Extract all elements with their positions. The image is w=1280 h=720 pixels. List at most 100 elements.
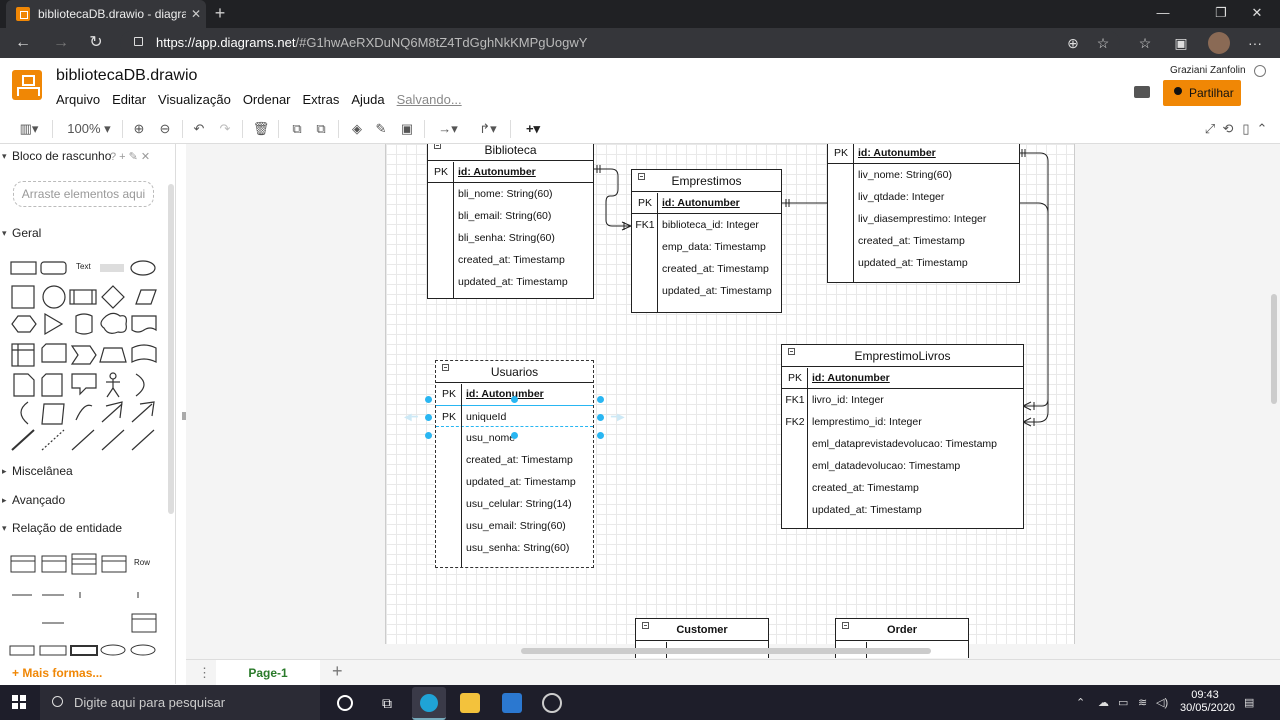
field[interactable]: usu_email: String(60) [466,515,566,537]
field[interactable]: created_at: Timestamp [858,230,965,252]
menu-ordenar[interactable]: Ordenar [243,92,291,107]
field[interactable]: usu_celular: String(14) [466,493,572,515]
resize-handle[interactable] [597,414,604,421]
field[interactable]: liv_diasemprestimo: Integer [858,208,986,230]
resize-handle[interactable] [597,432,604,439]
field[interactable]: bli_email: String(60) [458,205,551,227]
menu-extras[interactable]: Extras [303,92,340,107]
to-back-icon[interactable]: ⧉ [312,120,330,138]
tray-chevron-icon[interactable]: ⌃ [1076,696,1085,709]
resize-handle[interactable] [597,396,604,403]
profile-avatar[interactable] [1208,32,1230,54]
task-view-icon[interactable]: ⧉ [377,693,397,713]
connect-arrow-right-icon[interactable]: ━▶ [611,413,625,423]
er-header[interactable]: Relação de entidade [0,518,122,538]
resize-handle[interactable] [425,396,432,403]
field[interactable]: usu_senha: String(60) [466,537,569,559]
user-name[interactable]: Graziani Zanfolin [1170,65,1246,76]
windows-start-icon[interactable] [12,695,26,709]
field[interactable]: updated_at: Timestamp [466,471,576,493]
format-panel-icon[interactable]: ▥▾ [14,120,44,138]
sidebar-scrollbar[interactable] [168,184,174,514]
collapse-icon[interactable] [638,173,645,180]
connect-arrow-left-icon[interactable]: ◀━ [404,413,418,423]
field[interactable]: usu_nome [466,427,515,449]
misc-header[interactable]: Miscelânea [0,461,73,481]
field[interactable]: biblioteca_id: Integer [662,214,759,236]
zoom-select[interactable]: 100% ▾ [64,120,114,138]
insert-icon[interactable]: +▾ [518,120,548,138]
waypoints-icon[interactable]: ↱▾ [472,120,504,138]
pk-field[interactable]: id: Autonumber [466,383,544,405]
fullscreen-icon[interactable]: ⤢ [1202,120,1218,138]
more-menu-icon[interactable]: ··· [1246,35,1264,51]
volume-icon[interactable]: ◁) [1156,696,1168,709]
resize-handle[interactable] [511,396,518,403]
entity-livros[interactable]: PK id: Autonumber liv_nome: String(60) li… [827,144,1020,283]
obs-icon[interactable] [542,693,562,713]
store-icon[interactable] [502,693,522,713]
file-explorer-icon[interactable] [460,693,480,713]
field[interactable]: updated_at: Timestamp [812,499,922,521]
row-shape-label[interactable]: Row [134,558,150,567]
entity-emprestimos[interactable]: Emprestimos PK id: Autonumber FK1 bibliote… [631,169,782,313]
saving-status[interactable]: Salvando... [397,92,462,107]
advanced-header[interactable]: Avançado [0,490,65,510]
menu-arquivo[interactable]: Arquivo [56,92,100,107]
field[interactable]: updated_at: Timestamp [858,252,968,274]
general-header[interactable]: Geral [0,223,41,243]
wifi-icon[interactable]: ≋ [1138,696,1147,709]
redo-icon[interactable]: ↷ [216,120,234,138]
fill-color-icon[interactable]: ◈ [348,120,366,138]
pk-field[interactable]: id: Autonumber [458,161,536,183]
reset-view-icon[interactable]: ⟲ [1220,120,1236,138]
document-title[interactable]: bibliotecaDB.drawio [56,67,197,85]
add-icon[interactable]: ⊕ [1064,35,1082,51]
taskbar-search-field[interactable]: Digite aqui para pesquisar [40,685,320,720]
menu-editar[interactable]: Editar [112,92,146,107]
collapse-icon[interactable] [842,622,849,629]
collapse-icon[interactable]: ⌃ [1254,120,1270,138]
zoom-in-icon[interactable]: ⊕ [130,120,148,138]
cortana-icon[interactable] [337,695,353,711]
browser-tab[interactable]: bibliotecaDB.drawio - diagrams.n ✕ [6,0,206,28]
zoom-out-icon[interactable]: ⊖ [156,120,174,138]
field[interactable]: created_at: Timestamp [458,249,565,271]
general-shapes-palette[interactable] [0,252,166,452]
undo-icon[interactable]: ↶ [190,120,208,138]
forward-icon[interactable]: → [48,31,74,55]
more-shapes-link[interactable]: + Mais formas... [12,666,102,680]
pk-field[interactable]: id: Autonumber [662,192,740,214]
field[interactable]: eml_dataprevistadevolucao: Timestamp [812,433,997,455]
line-color-icon[interactable]: ✎ [372,120,390,138]
canvas-horizontal-scrollbar[interactable] [521,648,931,654]
resize-handle[interactable] [425,414,432,421]
field[interactable]: liv_nome: String(60) [858,164,952,186]
minimize-button[interactable]: — [1140,0,1186,28]
favorite-star-icon[interactable]: ☆ [1094,35,1112,51]
shadow-icon[interactable]: ▣ [398,120,416,138]
entity-biblioteca[interactable]: Biblioteca PK id: Autonumber bli_nome: St… [427,144,594,299]
pk-field[interactable]: id: Autonumber [812,367,890,389]
scratchpad-actions[interactable]: ? + ✎ ✕ [110,150,150,163]
entity-emprestimolivros[interactable]: EmprestimoLivros PK id: Autonumber FK1 liv… [781,344,1024,529]
add-page-icon[interactable]: + [332,661,343,682]
field[interactable]: bli_senha: String(60) [458,227,555,249]
scratchpad-dropzone[interactable]: Arraste elementos aqui [13,181,154,207]
page-tab-current[interactable]: Page-1 [216,660,320,686]
edge-taskbar-app[interactable] [412,687,446,720]
delete-icon[interactable]: 🗑 [252,120,270,138]
notifications-icon[interactable]: ▤ [1244,696,1254,709]
collapse-icon[interactable] [788,348,795,355]
language-globe-icon[interactable] [1254,65,1266,77]
field[interactable]: updated_at: Timestamp [458,271,568,293]
url-field[interactable]: https://app.diagrams.net/#G1hwAeRXDuNQ6M… [120,31,1120,55]
collapse-icon[interactable] [642,622,649,629]
menu-ajuda[interactable]: Ajuda [351,92,384,107]
close-window-button[interactable]: ✕ [1234,0,1280,28]
comments-icon[interactable] [1134,86,1150,98]
entity-usuarios[interactable]: Usuarios PK id: Autonumber PK uniqueId usu… [435,360,594,568]
reload-icon[interactable]: ↻ [83,31,109,55]
collapse-icon[interactable] [442,364,449,371]
favorites-icon[interactable]: ☆ [1136,35,1154,51]
